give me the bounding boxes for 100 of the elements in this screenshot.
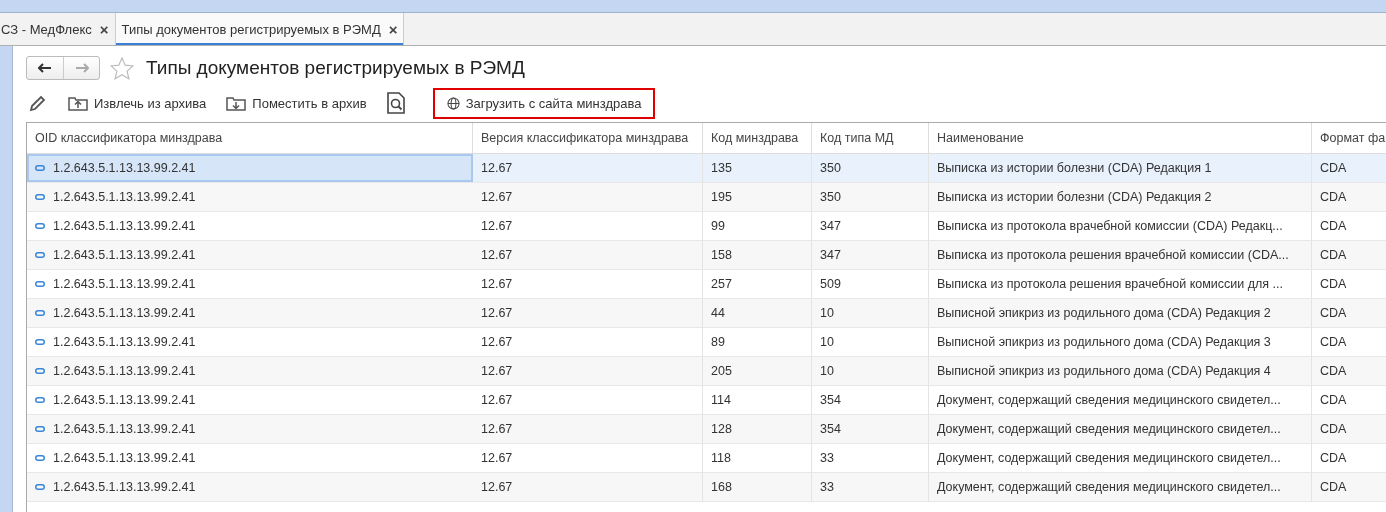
cell-text: 347 [820,248,841,262]
arrow-left-icon [38,63,52,73]
toolbar-button[interactable]: Загрузить с сайта минздрава [432,87,656,119]
cell-text: Документ, содержащий сведения медицинского свидетел... [937,393,1281,407]
cell-text: 1.2.643.5.1.13.13.99.2.41 [53,190,196,204]
cell-text: 354 [820,393,841,407]
pencil-icon [28,93,48,113]
row-marker-icon [35,368,45,374]
cell-text: 10 [820,364,834,378]
cell-text: Выписка из протокола решения врачебной комиссии для ... [937,277,1283,291]
cell-text: CDA [1320,190,1347,204]
cell-text: Выписка из истории болезни (CDA) Редакция 1 [937,161,1212,175]
cell-text: 1.2.643.5.1.13.13.99.2.41 [53,480,196,494]
cell-text: CDA [1320,335,1347,349]
cell-text: 195 [711,190,732,204]
cell-text: 12.67 [481,190,513,204]
cell-text: 135 [711,161,732,175]
cell-text: 257 [711,277,732,291]
document-search-icon [386,92,405,114]
tab-label: СЗ - МедФлекс [1,21,92,37]
cell-text: 12.67 [481,393,513,407]
tab-label: Типы документов регистрируемых в РЭМД [121,21,381,37]
box-arrow-up-icon [68,95,88,111]
cell-text: 33 [820,451,834,465]
cell-text: Документ, содержащий сведения медицинского свидетел... [937,451,1281,465]
cell-text: 350 [820,161,841,175]
cell-text: 12.67 [481,161,513,175]
cell-text: 12.67 [481,219,513,233]
cell-text: 1.2.643.5.1.13.13.99.2.41 [53,335,196,349]
row-marker-icon [35,397,45,403]
toolbar-button[interactable]: Извлечь из архива [66,91,209,115]
cell-text: Документ, содержащий сведения медицинского свидетел... [937,422,1281,436]
cell-text: 118 [711,451,731,465]
cell-text: 509 [820,277,841,291]
cell-text: Выписка из протокола решения врачебной комиссии (CDA... [937,248,1289,262]
cell-text: 89 [711,335,725,349]
cell-text: Выписной эпикриз из родильного дома (CDA) Редакция 4 [937,364,1271,378]
cell-text: 1.2.643.5.1.13.13.99.2.41 [53,393,196,407]
row-marker-icon [35,310,45,316]
globe-icon [446,96,460,110]
cell-text: 12.67 [481,451,513,465]
cell-text: CDA [1320,219,1347,233]
row-marker-icon [35,426,45,432]
cell-text: 114 [711,393,731,407]
cell-text: 99 [711,219,725,233]
row-marker-icon [35,165,45,171]
arrow-right-icon [74,63,89,73]
cell-text: 12.67 [481,306,513,320]
cell-text: CDA [1320,422,1347,436]
cell-text: 12.67 [481,335,513,349]
toolbar-button[interactable]: Поместить в архив [224,91,369,115]
row-marker-icon [35,252,45,258]
cell-text: 128 [711,422,732,436]
cell-text: 1.2.643.5.1.13.13.99.2.41 [53,451,196,465]
cell-text: CDA [1320,480,1347,494]
row-marker-icon [35,223,45,229]
row-marker-icon [35,339,45,345]
cell-text: 1.2.643.5.1.13.13.99.2.41 [53,219,196,233]
close-icon[interactable]: × [99,20,109,38]
box-arrow-down-icon [226,95,247,111]
cell-text: CDA [1320,248,1347,262]
cell-text: 12.67 [481,248,513,262]
cell-text: 12.67 [481,364,513,378]
row-marker-icon [35,455,45,461]
close-icon[interactable]: × [388,20,398,38]
cell-text: 12.67 [481,277,513,291]
cell-text: 205 [711,364,732,378]
cell-text: CDA [1320,306,1347,320]
cell-text: 1.2.643.5.1.13.13.99.2.41 [53,422,196,436]
cell-text: 168 [711,480,732,494]
cell-text: 44 [711,306,725,320]
cell-text: 12.67 [481,480,513,494]
cell-text: Выписной эпикриз из родильного дома (CDA) Редакция 3 [937,335,1271,349]
cell-text: CDA [1320,364,1347,378]
cell-text: 1.2.643.5.1.13.13.99.2.41 [53,364,196,378]
tab[interactable]: СЗ - МедФлекс × [0,13,116,45]
cell-text: 158 [711,248,732,262]
cell-text: 1.2.643.5.1.13.13.99.2.41 [53,306,196,320]
page-title: Типы документов регистрируемых в РЭМД [146,57,525,79]
cell-text: Выписной эпикриз из родильного дома (CDA) Редакция 2 [937,306,1271,320]
cell-text: 1.2.643.5.1.13.13.99.2.41 [53,248,196,262]
tab[interactable]: Типы документов регистрируемых в РЭМД × [115,13,405,45]
cell-text: 354 [820,422,841,436]
cell-text: CDA [1320,161,1347,175]
cell-text: 12.67 [481,422,513,436]
cell-text: Выписка из протокола врачебной комиссии (CDA) Редакц... [937,219,1283,233]
cell-text: 33 [820,480,834,494]
row-marker-icon [35,194,45,200]
cell-text: 1.2.643.5.1.13.13.99.2.41 [53,161,196,175]
cell-text: 10 [820,306,834,320]
cell-text: 347 [820,219,841,233]
row-marker-icon [35,484,45,490]
toolbar-button[interactable] [384,90,407,116]
cell-text: 10 [820,335,834,349]
cell-text: Документ, содержащий сведения медицинского свидетел... [937,480,1281,494]
row-marker-icon [35,281,45,287]
cell-text: CDA [1320,277,1347,291]
star-icon[interactable] [110,56,134,80]
cell-text: 350 [820,190,841,204]
cell-text: CDA [1320,393,1347,407]
